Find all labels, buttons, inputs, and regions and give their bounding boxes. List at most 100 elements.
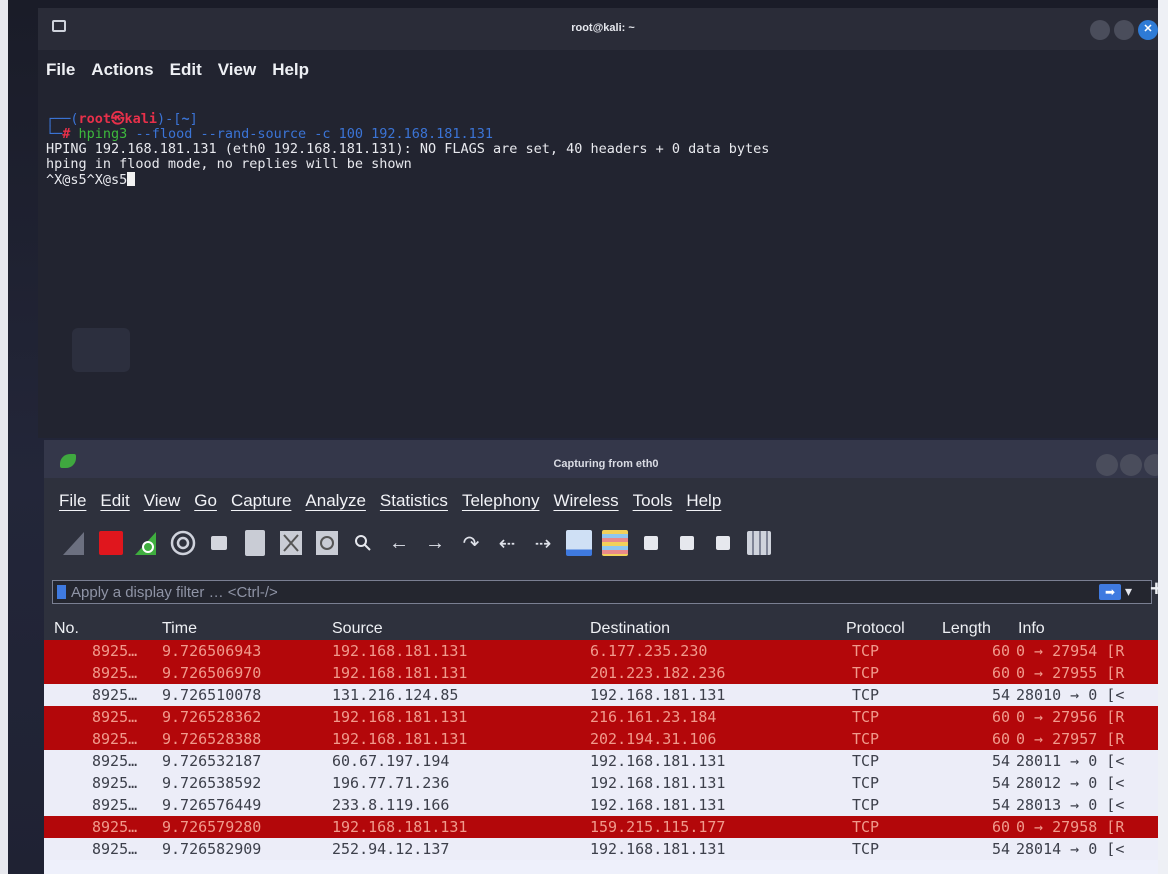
- packet-row[interactable]: 8925… 9.726582909 252.94.12.137 192.168.…: [44, 838, 1168, 860]
- col-header-time[interactable]: Time: [162, 620, 197, 638]
- packet-info: 0 → 27956 [R: [1016, 708, 1125, 726]
- display-filter-input[interactable]: [71, 583, 1071, 601]
- zoom-out-icon[interactable]: [670, 526, 704, 560]
- close-button[interactable]: [1138, 20, 1158, 40]
- packet-length: 54: [991, 840, 1010, 858]
- ws-menu-help[interactable]: Help: [679, 486, 728, 516]
- go-to-packet-icon[interactable]: ↷: [454, 526, 488, 560]
- packet-row[interactable]: 8925… 9.726506970 192.168.181.131 201.22…: [44, 662, 1168, 684]
- packet-time: 9.726582909: [162, 840, 262, 858]
- capture-options-icon[interactable]: [166, 526, 200, 560]
- packet-source: 233.8.119.166: [332, 796, 450, 814]
- restart-capture-icon[interactable]: [130, 526, 164, 560]
- go-forward-icon[interactable]: →: [418, 526, 452, 560]
- terminal-menu-edit[interactable]: Edit: [162, 56, 210, 84]
- zoom-in-icon[interactable]: [634, 526, 668, 560]
- ws-menu-telephony[interactable]: Telephony: [455, 486, 547, 516]
- packet-length: 60: [991, 664, 1010, 682]
- col-header-length[interactable]: Length: [942, 620, 991, 638]
- packet-source: 252.94.12.137: [332, 840, 450, 858]
- packet-row[interactable]: 8925… 9.726506943 192.168.181.131 6.177.…: [44, 640, 1168, 662]
- packet-no: 8925…: [92, 818, 138, 836]
- packet-time: 9.726532187: [162, 752, 262, 770]
- packet-length: 60: [991, 818, 1010, 836]
- packet-row[interactable]: 8925… 9.726532187 60.67.197.194 192.168.…: [44, 750, 1168, 772]
- ws-minimize-button[interactable]: [1096, 454, 1118, 476]
- terminal-menu-view[interactable]: View: [210, 56, 264, 84]
- packet-source: 192.168.181.131: [332, 664, 468, 682]
- packet-source: 192.168.181.131: [332, 730, 468, 748]
- packet-row[interactable]: 8925… 9.726576449 233.8.119.166 192.168.…: [44, 794, 1168, 816]
- apply-filter-arrow-icon[interactable]: ➡: [1099, 584, 1121, 600]
- packet-source: 192.168.181.131: [332, 708, 468, 726]
- terminal-menu-file[interactable]: File: [38, 56, 83, 84]
- packet-no: 8925…: [92, 774, 138, 792]
- reload-file-icon[interactable]: [310, 526, 344, 560]
- ws-menu-analyze[interactable]: Analyze: [298, 486, 372, 516]
- terminal-titlebar[interactable]: root@kali: ~: [38, 8, 1168, 50]
- packet-protocol: TCP: [852, 840, 880, 858]
- packet-no: 8925…: [92, 708, 138, 726]
- packet-no: 8925…: [92, 840, 138, 858]
- col-header-no[interactable]: No.: [54, 620, 79, 638]
- ws-menu-wireless[interactable]: Wireless: [546, 486, 625, 516]
- terminal-menu-help[interactable]: Help: [264, 56, 317, 84]
- ws-menu-file[interactable]: File: [52, 486, 93, 516]
- packet-time: 9.726579280: [162, 818, 262, 836]
- ws-menu-view[interactable]: View: [137, 486, 188, 516]
- minimize-button[interactable]: [1090, 20, 1110, 40]
- resize-columns-icon[interactable]: [742, 526, 776, 560]
- col-header-info[interactable]: Info: [1018, 620, 1045, 638]
- packet-length: 54: [991, 796, 1010, 814]
- packet-no: 8925…: [92, 752, 138, 770]
- open-file-icon[interactable]: [202, 526, 236, 560]
- packet-destination: 216.161.23.184: [590, 708, 717, 726]
- ws-menu-edit[interactable]: Edit: [93, 486, 136, 516]
- packet-time: 9.726576449: [162, 796, 262, 814]
- shark-fin-start-icon[interactable]: [58, 526, 92, 560]
- first-packet-icon[interactable]: ⇠: [490, 526, 524, 560]
- packet-destination: 201.223.182.236: [590, 664, 726, 682]
- autoscroll-icon[interactable]: [562, 526, 596, 560]
- maximize-button[interactable]: [1114, 20, 1134, 40]
- packet-length: 60: [991, 730, 1010, 748]
- terminal-output[interactable]: ┌──(root㉿kali)-[~] └─# hping3 --flood --…: [46, 112, 1156, 432]
- packet-row[interactable]: 8925… 9.726538592 196.77.71.236 192.168.…: [44, 772, 1168, 794]
- display-filter-bar: ➡ ▾: [52, 580, 1152, 604]
- packet-protocol: TCP: [852, 642, 880, 660]
- stop-capture-icon[interactable]: [94, 526, 128, 560]
- go-back-icon[interactable]: ←: [382, 526, 416, 560]
- packet-protocol: TCP: [852, 774, 880, 792]
- packet-length: 60: [991, 708, 1010, 726]
- ws-menu-capture[interactable]: Capture: [224, 486, 298, 516]
- ws-menu-statistics[interactable]: Statistics: [373, 486, 455, 516]
- prompt-frame-mid: )-[: [157, 111, 182, 127]
- filter-dropdown-icon[interactable]: ▾: [1125, 583, 1132, 600]
- col-header-destination[interactable]: Destination: [590, 620, 670, 638]
- ws-menu-tools[interactable]: Tools: [626, 486, 680, 516]
- ws-maximize-button[interactable]: [1120, 454, 1142, 476]
- packet-destination: 192.168.181.131: [590, 686, 726, 704]
- packet-row[interactable]: 8925… 9.726528362 192.168.181.131 216.16…: [44, 706, 1168, 728]
- find-packet-icon[interactable]: [346, 526, 380, 560]
- col-header-source[interactable]: Source: [332, 620, 383, 638]
- packet-row[interactable]: 8925… 9.726528388 192.168.181.131 202.19…: [44, 728, 1168, 750]
- colorize-icon[interactable]: [598, 526, 632, 560]
- close-file-icon[interactable]: [274, 526, 308, 560]
- normal-size-icon[interactable]: [706, 526, 740, 560]
- packet-row[interactable]: 8925… 9.726579280 192.168.181.131 159.21…: [44, 816, 1168, 838]
- packet-row[interactable]: 8925… 9.726510078 131.216.124.85 192.168…: [44, 684, 1168, 706]
- prompt-user-host: root㉿kali: [78, 111, 158, 127]
- last-packet-icon[interactable]: ⇢: [526, 526, 560, 560]
- save-file-icon[interactable]: [238, 526, 272, 560]
- packet-info: 0 → 27955 [R: [1016, 664, 1125, 682]
- packet-source: 196.77.71.236: [332, 774, 450, 792]
- terminal-menu-actions[interactable]: Actions: [83, 56, 161, 84]
- wireshark-titlebar[interactable]: Capturing from eth0: [44, 440, 1168, 478]
- col-header-protocol[interactable]: Protocol: [846, 620, 905, 638]
- packet-info: 28012 → 0 [<: [1016, 774, 1125, 792]
- prompt-frame-bottom: └─: [46, 126, 63, 142]
- packet-no: 8925…: [92, 642, 138, 660]
- filter-bookmark-icon[interactable]: [57, 585, 66, 599]
- ws-menu-go[interactable]: Go: [187, 486, 224, 516]
